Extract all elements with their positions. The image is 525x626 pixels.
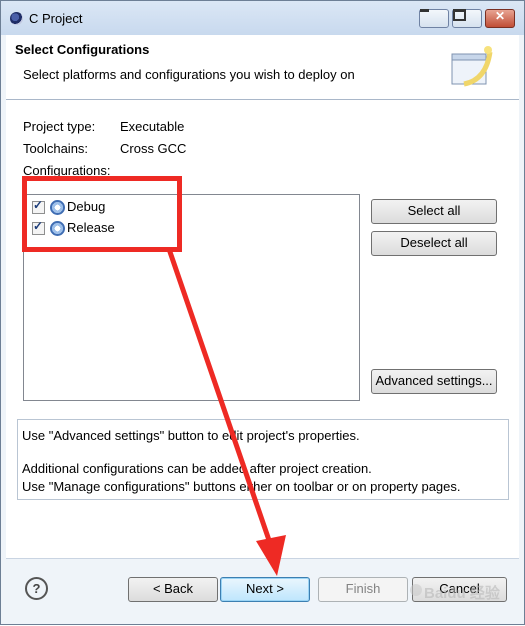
wizard-header: Select Configurations Select platforms a…: [6, 35, 519, 99]
window-title: C Project: [29, 11, 83, 26]
wizard-banner-icon: [451, 46, 493, 87]
minimize-button[interactable]: [419, 9, 449, 28]
maximize-button[interactable]: [452, 9, 482, 28]
info-line-3: Use "Manage configurations" buttons eith…: [22, 479, 461, 494]
select-all-button[interactable]: Select all: [371, 199, 497, 224]
dialog-window: C Project ✕ Select Configurations Select…: [0, 0, 525, 625]
project-type-value: Executable: [120, 119, 185, 134]
close-button[interactable]: ✕: [485, 9, 515, 28]
page-description: Select platforms and configurations you …: [23, 67, 355, 82]
watermark-text: Baidu 经验: [424, 585, 500, 602]
page-title: Select Configurations: [15, 42, 150, 57]
footer-separator: [6, 558, 519, 559]
project-type-label: Project type:: [23, 119, 96, 134]
maximize-icon: [453, 9, 466, 21]
baidu-watermark: Baidu 经验: [406, 574, 521, 610]
finish-button[interactable]: Finish: [318, 577, 408, 602]
minimize-icon: [420, 9, 429, 12]
annotation-highlight-box: [22, 176, 182, 252]
eclipse-icon: [10, 12, 23, 25]
title-bar: C Project ✕: [1, 1, 524, 35]
deselect-all-button[interactable]: Deselect all: [371, 231, 497, 256]
advanced-settings-button[interactable]: Advanced settings...: [371, 369, 497, 394]
info-line-1: Use "Advanced settings" button to edit p…: [22, 428, 360, 443]
paw-icon: [410, 584, 422, 596]
close-icon: ✕: [494, 9, 506, 23]
info-line-2: Additional configurations can be added a…: [22, 461, 372, 476]
back-button[interactable]: < Back: [128, 577, 218, 602]
next-button[interactable]: Next >: [220, 577, 310, 602]
help-icon[interactable]: ?: [25, 577, 48, 600]
toolchains-label: Toolchains:: [23, 141, 89, 156]
info-message-box: Use "Advanced settings" button to edit p…: [17, 419, 509, 500]
toolchains-value: Cross GCC: [120, 141, 187, 156]
